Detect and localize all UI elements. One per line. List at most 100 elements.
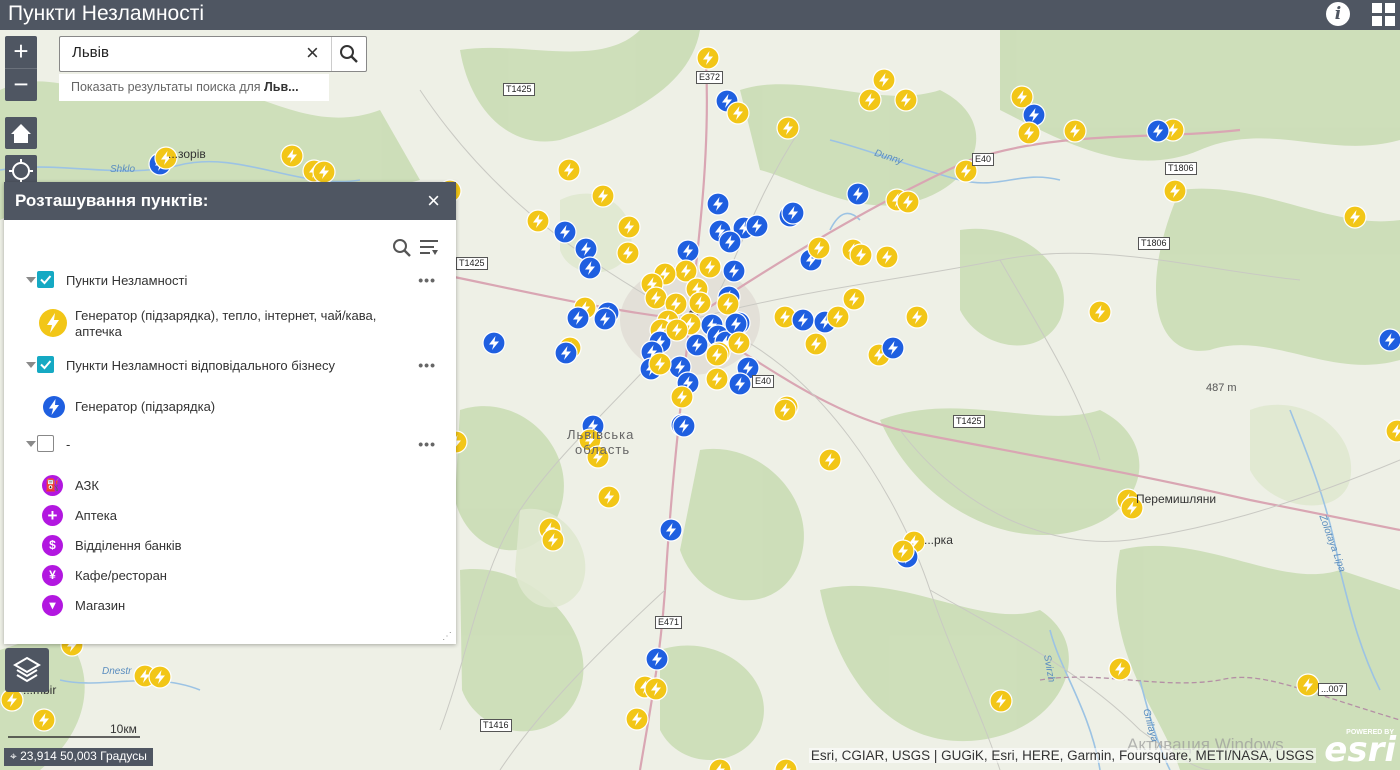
yellow-resilience-point-marker[interactable] xyxy=(526,209,550,233)
blue-charging-point-marker[interactable] xyxy=(566,306,590,330)
yellow-resilience-point-marker[interactable] xyxy=(688,291,712,315)
blue-charging-point-marker[interactable] xyxy=(1146,119,1170,143)
yellow-resilience-point-marker[interactable] xyxy=(541,528,565,552)
yellow-resilience-point-marker[interactable] xyxy=(648,352,672,376)
yellow-resilience-point-marker[interactable] xyxy=(1108,657,1132,681)
blue-charging-point-marker[interactable] xyxy=(554,341,578,365)
yellow-resilience-point-marker[interactable] xyxy=(1296,673,1320,697)
yellow-resilience-point-marker[interactable] xyxy=(727,331,751,355)
legend-header: Розташування пунктів: × xyxy=(4,182,456,220)
search-box[interactable]: Львів × xyxy=(59,36,367,72)
blue-charging-point-marker[interactable] xyxy=(676,239,700,263)
yellow-resilience-point-marker[interactable] xyxy=(776,116,800,140)
apps-grid-icon[interactable] xyxy=(1372,3,1396,27)
yellow-resilience-point-marker[interactable] xyxy=(826,305,850,329)
yellow-resilience-point-marker[interactable] xyxy=(625,707,649,731)
info-icon[interactable]: i xyxy=(1326,2,1350,26)
yellow-resilience-point-marker[interactable] xyxy=(875,245,899,269)
yellow-resilience-point-marker[interactable] xyxy=(0,688,24,712)
yellow-resilience-point-marker[interactable] xyxy=(894,88,918,112)
blue-charging-point-marker[interactable] xyxy=(593,307,617,331)
layer-checkbox[interactable] xyxy=(37,271,54,288)
layer-checkbox[interactable] xyxy=(37,356,54,373)
blue-charging-point-marker[interactable] xyxy=(574,237,598,261)
yellow-resilience-point-marker[interactable] xyxy=(804,332,828,356)
clear-icon[interactable]: × xyxy=(306,40,319,66)
home-button[interactable] xyxy=(5,117,37,149)
yellow-resilience-point-marker[interactable] xyxy=(280,144,304,168)
blue-charging-point-marker[interactable] xyxy=(724,312,748,336)
yellow-resilience-point-marker[interactable] xyxy=(670,385,694,409)
search-icon[interactable] xyxy=(391,237,413,259)
yellow-resilience-point-marker[interactable] xyxy=(1063,119,1087,143)
yellow-resilience-point-marker[interactable] xyxy=(557,158,581,182)
yellow-resilience-point-marker[interactable] xyxy=(617,215,641,239)
yellow-resilience-point-marker[interactable] xyxy=(644,286,668,310)
yellow-resilience-point-marker[interactable] xyxy=(312,160,336,184)
blue-charging-point-marker[interactable] xyxy=(659,518,683,542)
collapse-arrow-icon[interactable] xyxy=(26,277,36,283)
yellow-resilience-point-marker[interactable] xyxy=(597,485,621,509)
yellow-resilience-point-marker[interactable] xyxy=(716,292,740,316)
yellow-resilience-point-marker[interactable] xyxy=(148,665,172,689)
blue-charging-point-marker[interactable] xyxy=(685,333,709,357)
yellow-resilience-point-marker[interactable] xyxy=(696,46,720,70)
collapse-arrow-icon[interactable] xyxy=(26,441,36,447)
yellow-resilience-point-marker[interactable] xyxy=(773,398,797,422)
yellow-resilience-point-marker[interactable] xyxy=(591,184,615,208)
yellow-resilience-point-marker[interactable] xyxy=(807,236,831,260)
blue-charging-point-marker[interactable] xyxy=(745,214,769,238)
blue-charging-point-marker[interactable] xyxy=(553,220,577,244)
collapse-arrow-icon[interactable] xyxy=(26,362,36,368)
yellow-resilience-point-marker[interactable] xyxy=(905,305,929,329)
more-options-icon[interactable]: ••• xyxy=(418,436,436,452)
yellow-resilience-point-marker[interactable] xyxy=(698,255,722,279)
yellow-resilience-point-marker[interactable] xyxy=(644,677,668,701)
filter-list-icon[interactable] xyxy=(418,238,440,258)
blue-charging-point-marker[interactable] xyxy=(718,230,742,254)
more-options-icon[interactable]: ••• xyxy=(418,357,436,373)
esri-logo[interactable]: esri xyxy=(1324,733,1396,767)
yellow-resilience-point-marker[interactable] xyxy=(872,68,896,92)
yellow-resilience-point-marker[interactable] xyxy=(858,88,882,112)
resize-handle-icon[interactable]: ⋰ xyxy=(442,631,452,642)
search-input[interactable]: Львів xyxy=(72,44,109,61)
yellow-resilience-point-marker[interactable] xyxy=(1017,121,1041,145)
close-icon[interactable]: × xyxy=(427,188,440,214)
map-attribution[interactable]: Esri, CGIAR, USGS | GUGiK, Esri, HERE, G… xyxy=(808,748,1316,763)
yellow-resilience-point-marker[interactable] xyxy=(849,243,873,267)
blue-charging-point-marker[interactable] xyxy=(578,256,602,280)
blue-charging-point-marker[interactable] xyxy=(482,331,506,355)
yellow-resilience-point-marker[interactable] xyxy=(1088,300,1112,324)
blue-charging-point-marker[interactable] xyxy=(846,182,870,206)
yellow-resilience-point-marker[interactable] xyxy=(818,448,842,472)
blue-charging-point-marker[interactable] xyxy=(706,192,730,216)
layer-list-button[interactable] xyxy=(5,648,49,692)
yellow-resilience-point-marker[interactable] xyxy=(891,539,915,563)
yellow-resilience-point-marker[interactable] xyxy=(1163,179,1187,203)
blue-charging-point-marker[interactable] xyxy=(728,372,752,396)
blue-charging-point-marker[interactable] xyxy=(881,336,905,360)
layer-checkbox[interactable] xyxy=(37,435,54,452)
blue-charging-point-marker[interactable] xyxy=(791,308,815,332)
blue-charging-point-marker[interactable] xyxy=(672,414,696,438)
yellow-resilience-point-marker[interactable] xyxy=(726,101,750,125)
yellow-resilience-point-marker[interactable] xyxy=(989,689,1013,713)
yellow-resilience-point-marker[interactable] xyxy=(1343,205,1367,229)
yellow-resilience-point-marker[interactable] xyxy=(705,367,729,391)
zoom-in-button[interactable]: + xyxy=(5,36,37,68)
blue-charging-point-marker[interactable] xyxy=(645,647,669,671)
blue-charging-point-marker[interactable] xyxy=(1378,328,1400,352)
search-button[interactable] xyxy=(331,37,366,71)
app-title: Пункти Незламності xyxy=(8,2,205,25)
yellow-resilience-point-marker[interactable] xyxy=(896,190,920,214)
more-options-icon[interactable]: ••• xyxy=(418,272,436,288)
yellow-resilience-point-marker[interactable] xyxy=(616,241,640,265)
yellow-resilience-point-marker[interactable] xyxy=(665,318,689,342)
blue-charging-point-marker[interactable] xyxy=(722,259,746,283)
yellow-resilience-point-marker[interactable] xyxy=(705,343,729,367)
yellow-resilience-point-marker[interactable] xyxy=(842,287,866,311)
search-suggestion[interactable]: Показать результаты поиска для Льв... xyxy=(59,74,329,101)
zoom-out-button[interactable]: − xyxy=(5,68,37,101)
blue-charging-point-marker[interactable] xyxy=(781,201,805,225)
